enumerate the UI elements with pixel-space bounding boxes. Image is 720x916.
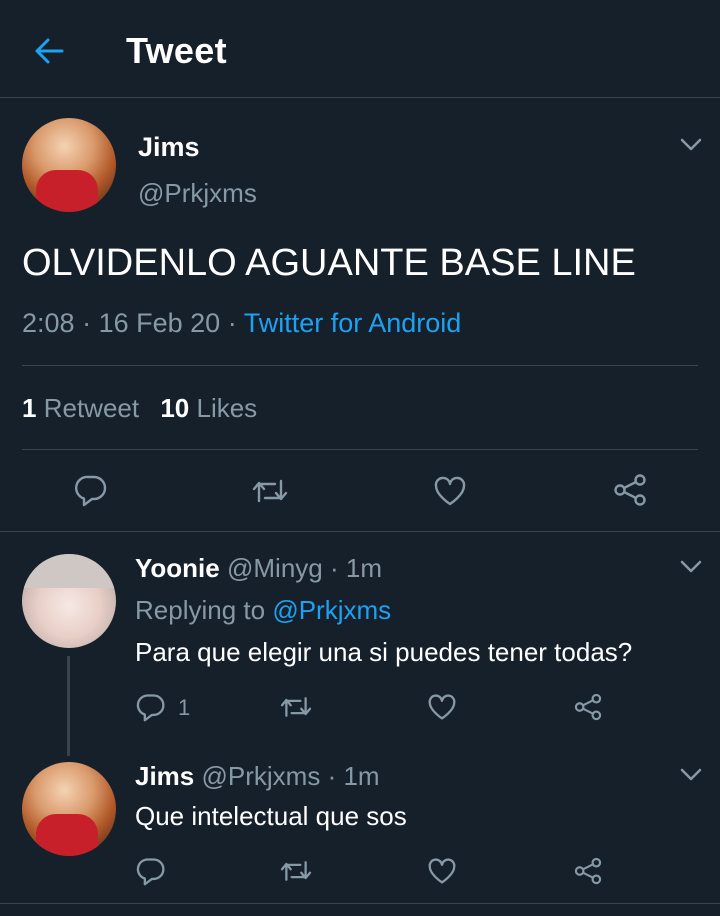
divider	[22, 365, 698, 366]
reply-icon[interactable]	[74, 473, 108, 507]
author-handle[interactable]: @Prkjxms	[202, 761, 321, 791]
page-title: Tweet	[126, 30, 227, 71]
avatar[interactable]	[22, 762, 116, 856]
reply-text: Para que elegir una si puedes tener toda…	[135, 637, 633, 667]
meta-separator: ·	[227, 308, 237, 338]
reply-header: Jims @Prkjxms · 1m	[135, 761, 380, 792]
chevron-down-icon[interactable]	[680, 768, 702, 782]
divider	[22, 449, 698, 450]
retweet-icon[interactable]	[251, 475, 289, 507]
author-name[interactable]: Jims	[135, 761, 194, 791]
meta-separator: ·	[329, 553, 339, 583]
reply-icon[interactable]	[136, 856, 166, 886]
meta-separator: ·	[327, 761, 337, 791]
retweet-count: 1	[22, 393, 37, 423]
reply-icon[interactable]	[136, 692, 166, 722]
share-icon[interactable]	[573, 856, 603, 886]
reply-time: 1m	[345, 553, 382, 583]
chevron-down-icon[interactable]	[680, 138, 702, 152]
reply-time: 1m	[343, 761, 380, 791]
reply-count: 1	[178, 695, 191, 720]
chevron-down-icon[interactable]	[680, 560, 702, 574]
likes-count: 10	[160, 393, 190, 423]
likes-stat[interactable]: 10 Likes	[160, 393, 257, 423]
replying-to-label: Replying to	[135, 595, 266, 625]
engagement-stats: 1 Retweet 10 Likes	[22, 393, 257, 424]
meta-separator: ·	[82, 308, 92, 338]
author-name[interactable]: Yoonie	[135, 553, 220, 583]
section-divider	[0, 531, 720, 532]
tweet-date: 16 Feb 20	[98, 308, 221, 338]
reply-text: Que intelectual que sos	[135, 801, 407, 831]
retweet-label: Retweet	[43, 393, 140, 423]
tweet-text: OLVIDENLO AGUANTE BASE LINE	[22, 242, 636, 284]
tweet-meta: 2:08 · 16 Feb 20 · Twitter for Android	[22, 308, 461, 339]
retweet-icon[interactable]	[279, 857, 313, 885]
share-icon[interactable]	[573, 692, 603, 722]
avatar[interactable]	[22, 118, 116, 212]
thread-line	[67, 656, 70, 756]
tweet-source-link[interactable]: Twitter for Android	[244, 308, 462, 338]
likes-label: Likes	[196, 393, 258, 423]
like-icon[interactable]	[427, 693, 457, 721]
share-icon[interactable]	[612, 473, 648, 507]
replying-to: Replying to @Prkjxms	[135, 595, 391, 626]
like-icon[interactable]	[427, 857, 457, 885]
author-handle[interactable]: @Minyg	[227, 553, 323, 583]
tweet-time: 2:08	[22, 308, 75, 338]
avatar[interactable]	[22, 554, 116, 648]
author-handle[interactable]: @Prkjxms	[138, 178, 257, 209]
reply-header: Yoonie @Minyg · 1m	[135, 553, 382, 584]
back-arrow-icon[interactable]	[32, 34, 66, 68]
section-divider	[0, 903, 720, 904]
author-name[interactable]: Jims	[138, 132, 200, 163]
retweet-stat[interactable]: 1 Retweet	[22, 393, 146, 423]
retweet-icon[interactable]	[279, 693, 313, 721]
top-bar: Tweet	[0, 0, 720, 98]
replying-to-handle[interactable]: @Prkjxms	[272, 595, 391, 625]
like-icon[interactable]	[433, 475, 467, 507]
